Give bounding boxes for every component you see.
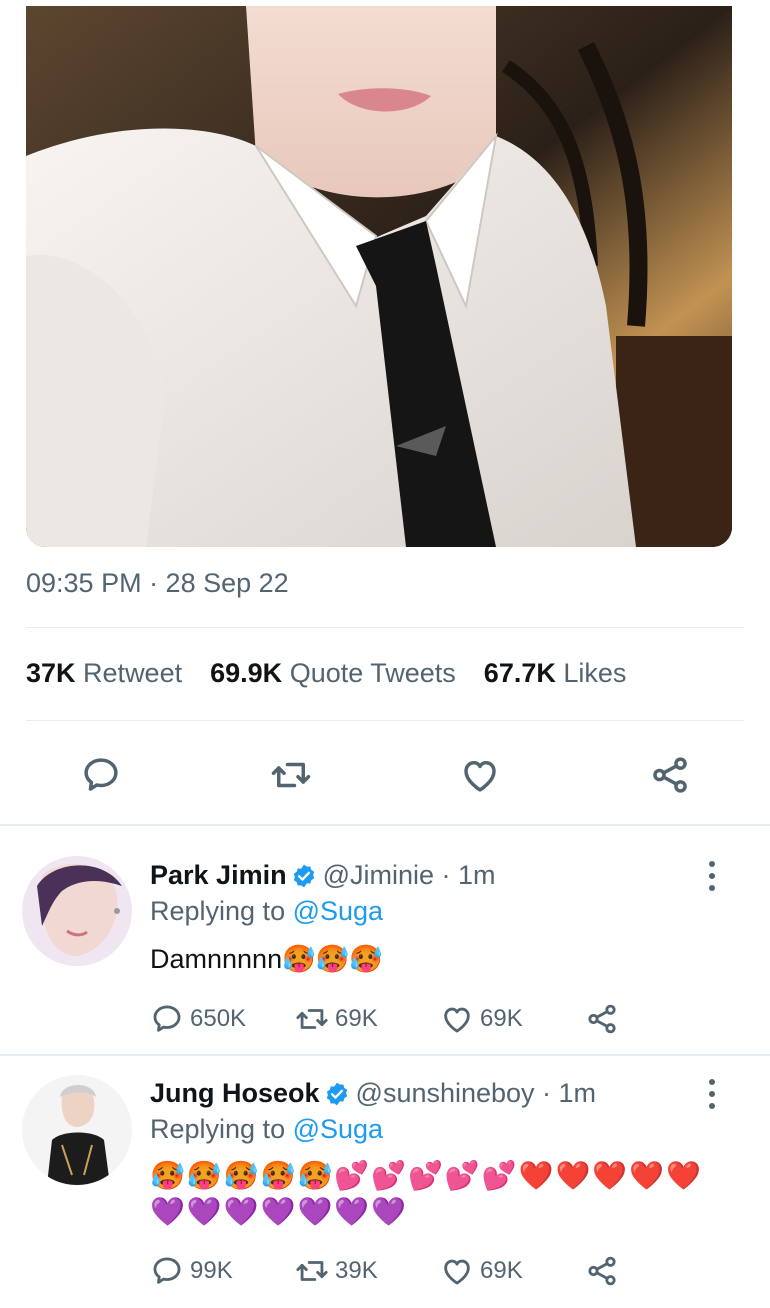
- retweet-label: Retweet: [83, 658, 183, 688]
- comment-icon[interactable]: [76, 750, 126, 800]
- divider: [26, 627, 744, 628]
- replying-to: Replying to @Suga: [150, 896, 383, 927]
- like-count: 69K: [480, 1257, 523, 1284]
- section-separator: [0, 1054, 770, 1056]
- replying-to: Replying to @Suga: [150, 1114, 383, 1145]
- reply-action-bar: 99K 39K 69K: [150, 1254, 619, 1288]
- reply-count: 650K: [190, 1005, 247, 1032]
- likes-count: 67.7K: [483, 658, 556, 688]
- reply-share-button[interactable]: [585, 1002, 619, 1036]
- quote-tweets-stat[interactable]: 69.9K Quote Tweets: [210, 658, 456, 689]
- share-icon[interactable]: [645, 750, 695, 800]
- tweet-action-bar: [0, 745, 770, 805]
- reply-author-handle[interactable]: @Jiminie · 1m: [323, 860, 496, 891]
- verified-badge-icon: [293, 864, 314, 887]
- like-count: 69K: [480, 1005, 523, 1032]
- reply-comment-button[interactable]: 650K: [150, 1002, 295, 1036]
- reply-retweet-button[interactable]: 39K: [295, 1254, 440, 1288]
- reply-header: Jung Hoseok @sunshineboy · 1m: [150, 1078, 596, 1109]
- retweet-count: 37K: [26, 658, 76, 688]
- reply-author-handle[interactable]: @sunshineboy · 1m: [356, 1078, 597, 1109]
- more-options-icon[interactable]: [702, 1079, 722, 1109]
- retweet-icon: [296, 1009, 328, 1029]
- reply-header: Park Jimin @Jiminie · 1m: [150, 860, 496, 891]
- reply-action-bar: 650K 69K 69K: [150, 1002, 619, 1036]
- retweet-icon: [296, 1261, 328, 1281]
- divider: [26, 720, 744, 721]
- reply-like-button[interactable]: 69K: [440, 1254, 585, 1288]
- like-icon: [444, 1007, 470, 1033]
- replying-to-prefix: Replying to: [150, 1114, 293, 1144]
- share-icon: [588, 1256, 616, 1286]
- reply-share-button[interactable]: [585, 1254, 619, 1288]
- reply-emoji: 🥵🥵🥵: [282, 944, 383, 975]
- reply-like-button[interactable]: 69K: [440, 1002, 585, 1036]
- retweet-count: 39K: [335, 1257, 378, 1284]
- retweet-stat[interactable]: 37K Retweet: [26, 658, 182, 689]
- likes-label: Likes: [563, 658, 627, 688]
- replying-to-prefix: Replying to: [150, 896, 293, 926]
- likes-stat[interactable]: 67.7K Likes: [484, 658, 627, 689]
- reply-count: 99K: [190, 1257, 233, 1284]
- reply-text: Damnnnnn🥵🥵🥵: [150, 941, 383, 978]
- verified-badge-icon: [326, 1082, 347, 1105]
- more-options-icon[interactable]: [702, 861, 722, 891]
- like-icon: [444, 1259, 470, 1285]
- reply-retweet-button[interactable]: 69K: [295, 1002, 440, 1036]
- tweet-stats: 37K Retweet 69.9K Quote Tweets 67.7K Lik…: [26, 658, 626, 689]
- reply-emoji-line-2: 💜💜💜💜💜💜💜: [150, 1195, 409, 1228]
- replying-to-link[interactable]: @Suga: [293, 1114, 383, 1144]
- tweet-photo[interactable]: [26, 6, 732, 547]
- reply-author-name[interactable]: Jung Hoseok: [150, 1078, 320, 1109]
- section-separator: [0, 824, 770, 826]
- retweet-count: 69K: [335, 1005, 378, 1032]
- reply-comment-button[interactable]: 99K: [150, 1254, 295, 1288]
- comment-icon: [153, 1257, 181, 1284]
- replying-to-link[interactable]: @Suga: [293, 896, 383, 926]
- avatar[interactable]: [22, 856, 132, 966]
- reply-author-name[interactable]: Park Jimin: [150, 860, 287, 891]
- share-icon: [588, 1004, 616, 1034]
- retweet-icon[interactable]: [266, 750, 316, 800]
- reply-emoji-line-1: 🥵🥵🥵🥵🥵💕💕💕💕💕❤️❤️❤️❤️❤️: [150, 1159, 703, 1192]
- reply-text-body: Damnnnnn: [150, 944, 283, 974]
- quote-tweets-label: Quote Tweets: [289, 658, 456, 688]
- like-icon[interactable]: [455, 750, 505, 800]
- comment-icon: [153, 1005, 181, 1032]
- avatar[interactable]: [22, 1075, 132, 1185]
- quote-tweets-count: 69.9K: [210, 658, 283, 688]
- tweet-timestamp[interactable]: 09:35 PM · 28 Sep 22: [26, 568, 289, 599]
